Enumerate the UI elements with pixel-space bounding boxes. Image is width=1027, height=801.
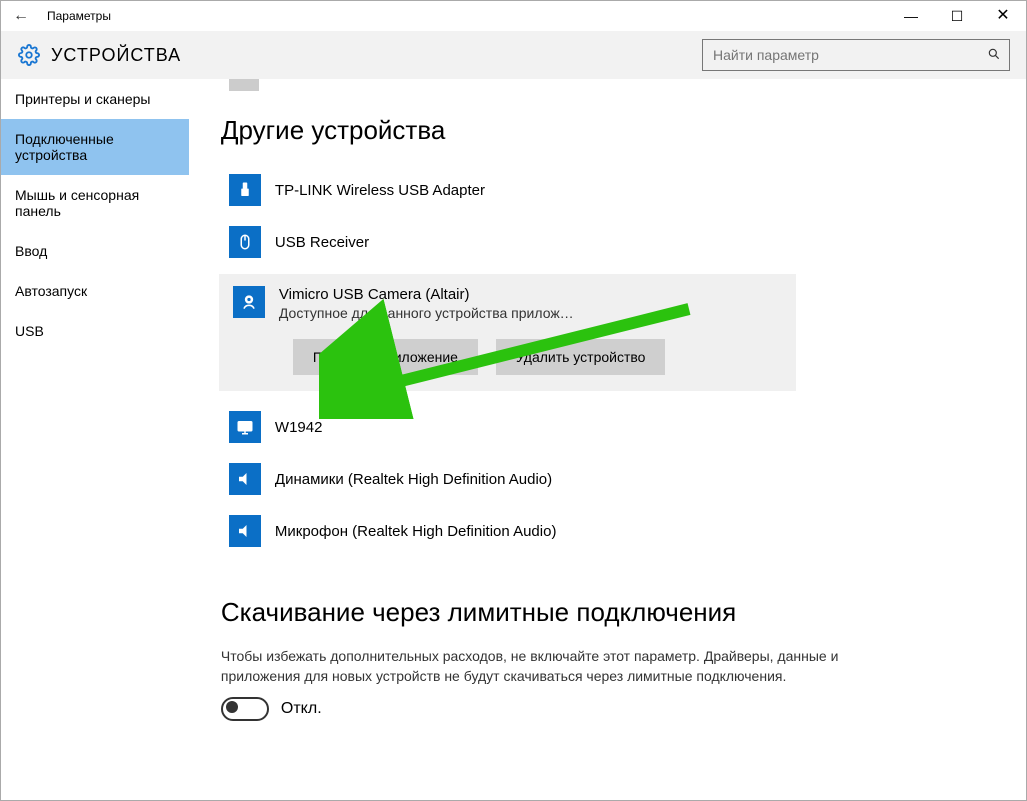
prev-section-stub xyxy=(229,79,259,91)
section-other-devices-title: Другие устройства xyxy=(221,115,1026,146)
close-icon: ✕ xyxy=(996,7,1009,24)
back-button[interactable]: ← xyxy=(1,7,41,25)
sidebar-item-typing[interactable]: Ввод xyxy=(1,231,189,271)
device-subtitle: Доступное для данного устройства прилож… xyxy=(279,305,574,321)
metered-description: Чтобы избежать дополнительных расходов, … xyxy=(221,646,846,687)
body: Принтеры и сканеры Подключенные устройст… xyxy=(1,79,1026,800)
device-label: Динамики (Realtek High Definition Audio) xyxy=(275,471,552,488)
maximize-button[interactable]: ☐ xyxy=(934,1,980,31)
sidebar-item-usb[interactable]: USB xyxy=(1,311,189,351)
settings-window: ← Параметры — ☐ ✕ УСТРОЙСТВА xyxy=(0,0,1027,801)
minimize-icon: — xyxy=(904,8,918,24)
window-title: Параметры xyxy=(41,9,888,23)
sidebar: Принтеры и сканеры Подключенные устройст… xyxy=(1,79,189,800)
mouse-icon xyxy=(229,226,261,258)
device-name: Vimicro USB Camera (Altair) xyxy=(279,286,574,303)
minimize-button[interactable]: — xyxy=(888,1,934,31)
device-row[interactable]: W1942 xyxy=(189,401,1026,453)
speaker-icon xyxy=(229,463,261,495)
monitor-icon xyxy=(229,411,261,443)
device-label: Микрофон (Realtek High Definition Audio) xyxy=(275,523,557,540)
search-box[interactable] xyxy=(702,39,1010,71)
header-band: УСТРОЙСТВА xyxy=(1,31,1026,79)
search-icon xyxy=(987,47,1001,64)
titlebar: ← Параметры — ☐ ✕ xyxy=(1,1,1026,31)
get-app-button[interactable]: Получить приложение xyxy=(293,339,478,375)
device-card-selected: Vimicro USB Camera (Altair) Доступное дл… xyxy=(219,274,796,391)
camera-icon xyxy=(233,286,265,318)
close-button[interactable]: ✕ xyxy=(980,1,1026,31)
back-arrow-icon: ← xyxy=(13,7,29,24)
sidebar-item-mouse[interactable]: Мышь и сенсорная панель xyxy=(1,175,189,231)
gear-icon xyxy=(17,43,41,67)
remove-device-button[interactable]: Удалить устройство xyxy=(496,339,665,375)
content: Другие устройства TP-LINK Wireless USB A… xyxy=(189,79,1026,800)
metered-toggle[interactable] xyxy=(221,697,269,721)
device-label: TP-LINK Wireless USB Adapter xyxy=(275,182,485,199)
section-metered-title: Скачивание через лимитные подключения xyxy=(221,597,1026,628)
device-row[interactable]: TP-LINK Wireless USB Adapter xyxy=(189,164,1026,216)
usb-adapter-icon xyxy=(229,174,261,206)
sidebar-item-printers[interactable]: Принтеры и сканеры xyxy=(1,79,189,119)
device-label: USB Receiver xyxy=(275,234,369,251)
device-row[interactable]: Динамики (Realtek High Definition Audio) xyxy=(189,453,1026,505)
device-row[interactable]: USB Receiver xyxy=(189,216,1026,268)
device-label: W1942 xyxy=(275,419,323,436)
device-row[interactable]: Микрофон (Realtek High Definition Audio) xyxy=(189,505,1026,557)
page-title: УСТРОЙСТВА xyxy=(51,45,702,66)
toggle-label: Откл. xyxy=(281,700,322,718)
maximize-icon: ☐ xyxy=(951,8,964,24)
speaker-icon xyxy=(229,515,261,547)
sidebar-item-autoplay[interactable]: Автозапуск xyxy=(1,271,189,311)
toggle-knob xyxy=(226,701,238,713)
sidebar-item-connected-devices[interactable]: Подключенные устройства xyxy=(1,119,189,175)
search-input[interactable] xyxy=(711,46,987,64)
